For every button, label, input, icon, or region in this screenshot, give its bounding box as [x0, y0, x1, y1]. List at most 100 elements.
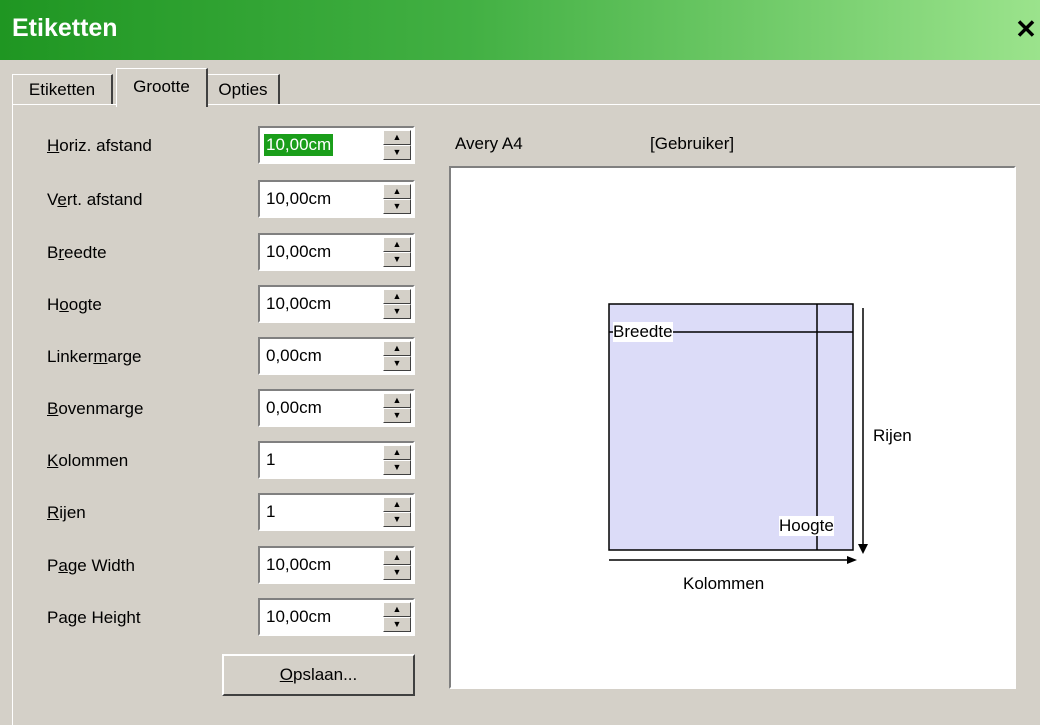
- field-label-post: oriz. afstand: [59, 136, 152, 155]
- field-label: Hoogte: [47, 291, 102, 319]
- spin-up-icon[interactable]: ▲: [383, 184, 411, 199]
- field-label-post: olommen: [58, 451, 129, 470]
- save-button[interactable]: Opslaan...: [222, 654, 415, 696]
- field-label-pre: H: [47, 295, 60, 314]
- spin-up-icon[interactable]: ▲: [383, 550, 411, 565]
- field-label-post: ijen: [59, 503, 86, 522]
- field-value[interactable]: 10,00cm: [264, 606, 333, 628]
- preview-diagram: [608, 303, 868, 564]
- spin-field[interactable]: 10,00cm ▲ ▼: [258, 285, 415, 323]
- spin-up-icon[interactable]: ▲: [383, 237, 411, 252]
- spin-down-icon[interactable]: ▼: [383, 304, 411, 319]
- window-title: Etiketten: [12, 14, 118, 42]
- spin-up-icon[interactable]: ▲: [383, 445, 411, 460]
- field-value[interactable]: 10,00cm: [264, 134, 334, 156]
- spin-field[interactable]: 0,00cm ▲ ▼: [258, 337, 415, 375]
- spin-up-icon[interactable]: ▲: [383, 497, 411, 512]
- spin-down-icon[interactable]: ▼: [383, 460, 411, 475]
- label-type: [Gebruiker]: [650, 134, 735, 153]
- spin-down-icon[interactable]: ▼: [383, 512, 411, 527]
- field-label-mnemonic: o: [59, 295, 69, 314]
- spin-down-icon[interactable]: ▼: [383, 356, 411, 371]
- spin-buttons: ▲ ▼: [383, 237, 411, 267]
- field-label-post: ge Width: [67, 556, 135, 575]
- spin-field[interactable]: 10,00cm ▲ ▼: [258, 598, 415, 636]
- spin-down-icon[interactable]: ▼: [383, 252, 411, 267]
- spin-buttons: ▲ ▼: [383, 341, 411, 371]
- spin-down-icon[interactable]: ▼: [383, 565, 411, 580]
- spin-down-icon[interactable]: ▼: [383, 199, 411, 214]
- field-label: Vert. afstand: [47, 186, 142, 214]
- field-label-mnemonic: m: [93, 347, 108, 366]
- field-value[interactable]: 0,00cm: [264, 397, 324, 419]
- spin-buttons: ▲ ▼: [383, 393, 411, 423]
- spin-field[interactable]: 10,00cm ▲ ▼: [258, 546, 415, 584]
- field-label-pre: Linker: [47, 347, 94, 366]
- spin-buttons: ▲ ▼: [383, 184, 411, 214]
- spin-down-icon[interactable]: ▼: [383, 408, 411, 423]
- spin-field[interactable]: 1 ▲ ▼: [258, 441, 415, 479]
- field-value[interactable]: 1: [264, 449, 277, 471]
- spin-field[interactable]: 1 ▲ ▼: [258, 493, 415, 531]
- field-label-post: eedte: [64, 243, 107, 262]
- field-label: Page Width: [47, 552, 135, 580]
- field-label: Breedte: [47, 239, 107, 267]
- field-label: Rijen: [47, 499, 86, 527]
- rows-arrow-head: [858, 544, 868, 554]
- field-label-mnemonic: e: [57, 190, 67, 209]
- field-label-post: arge: [107, 347, 142, 366]
- spin-buttons: ▲ ▼: [383, 289, 411, 319]
- save-button-label: pslaan...: [292, 665, 358, 684]
- field-label-mnemonic: K: [47, 451, 59, 470]
- title-bar: Etiketten ✕: [0, 0, 1040, 60]
- field-label: Linkermarge: [47, 343, 142, 371]
- columns-arrow-head: [847, 556, 857, 564]
- tab-opties[interactable]: Opties: [207, 74, 280, 105]
- field-label: Horiz. afstand: [47, 132, 152, 160]
- spin-field[interactable]: 10,00cm ▲ ▼: [258, 180, 415, 218]
- label-preview: Breedte Hoogte Rijen Kolommen: [449, 166, 1016, 689]
- field-label: Kolommen: [47, 447, 128, 475]
- field-label: Bovenmarge: [47, 395, 143, 423]
- field-label-post: ogte: [68, 295, 102, 314]
- field-value[interactable]: 1: [264, 501, 277, 523]
- field-value[interactable]: 10,00cm: [264, 188, 333, 210]
- field-label-post: e Height: [77, 608, 141, 627]
- field-label-pre: V: [47, 190, 58, 209]
- spin-buttons: ▲ ▼: [383, 602, 411, 632]
- tab-etiketten[interactable]: Etiketten: [12, 74, 113, 105]
- field-label-mnemonic: a: [58, 556, 68, 575]
- preview-width-label: Breedte: [613, 322, 673, 342]
- field-label-mnemonic: R: [47, 503, 60, 522]
- field-value[interactable]: 10,00cm: [264, 293, 333, 315]
- spin-buttons: ▲ ▼: [383, 130, 411, 160]
- label-brand: Avery A4: [455, 134, 523, 153]
- spin-field[interactable]: 0,00cm ▲ ▼: [258, 389, 415, 427]
- close-icon[interactable]: ✕: [1012, 14, 1040, 44]
- field-label: Page Height: [47, 604, 141, 632]
- field-value[interactable]: 10,00cm: [264, 241, 333, 263]
- preview-height-label: Hoogte: [779, 516, 834, 536]
- preview-columns-label: Kolommen: [683, 574, 765, 594]
- spin-down-icon[interactable]: ▼: [383, 617, 411, 632]
- spin-up-icon[interactable]: ▲: [383, 289, 411, 304]
- spin-up-icon[interactable]: ▲: [383, 393, 411, 408]
- tab-grootte[interactable]: Grootte: [116, 68, 208, 107]
- field-value[interactable]: 0,00cm: [264, 345, 324, 367]
- field-label-pre: P: [47, 556, 59, 575]
- spin-up-icon[interactable]: ▲: [383, 341, 411, 356]
- field-value[interactable]: 10,00cm: [264, 554, 333, 576]
- field-label-mnemonic: H: [47, 136, 60, 155]
- field-label-post: ovenmarge: [58, 399, 144, 418]
- spin-buttons: ▲ ▼: [383, 550, 411, 580]
- field-label-mnemonic: g: [67, 608, 78, 627]
- spin-field[interactable]: 10,00cm ▲ ▼: [258, 126, 415, 164]
- spin-buttons: ▲ ▼: [383, 445, 411, 475]
- spin-up-icon[interactable]: ▲: [383, 130, 411, 145]
- field-label-post: rt. afstand: [66, 190, 143, 209]
- spin-down-icon[interactable]: ▼: [383, 145, 411, 160]
- spin-up-icon[interactable]: ▲: [383, 602, 411, 617]
- spin-field[interactable]: 10,00cm ▲ ▼: [258, 233, 415, 271]
- field-label-pre: B: [47, 243, 59, 262]
- preview-rows-label: Rijen: [873, 426, 912, 446]
